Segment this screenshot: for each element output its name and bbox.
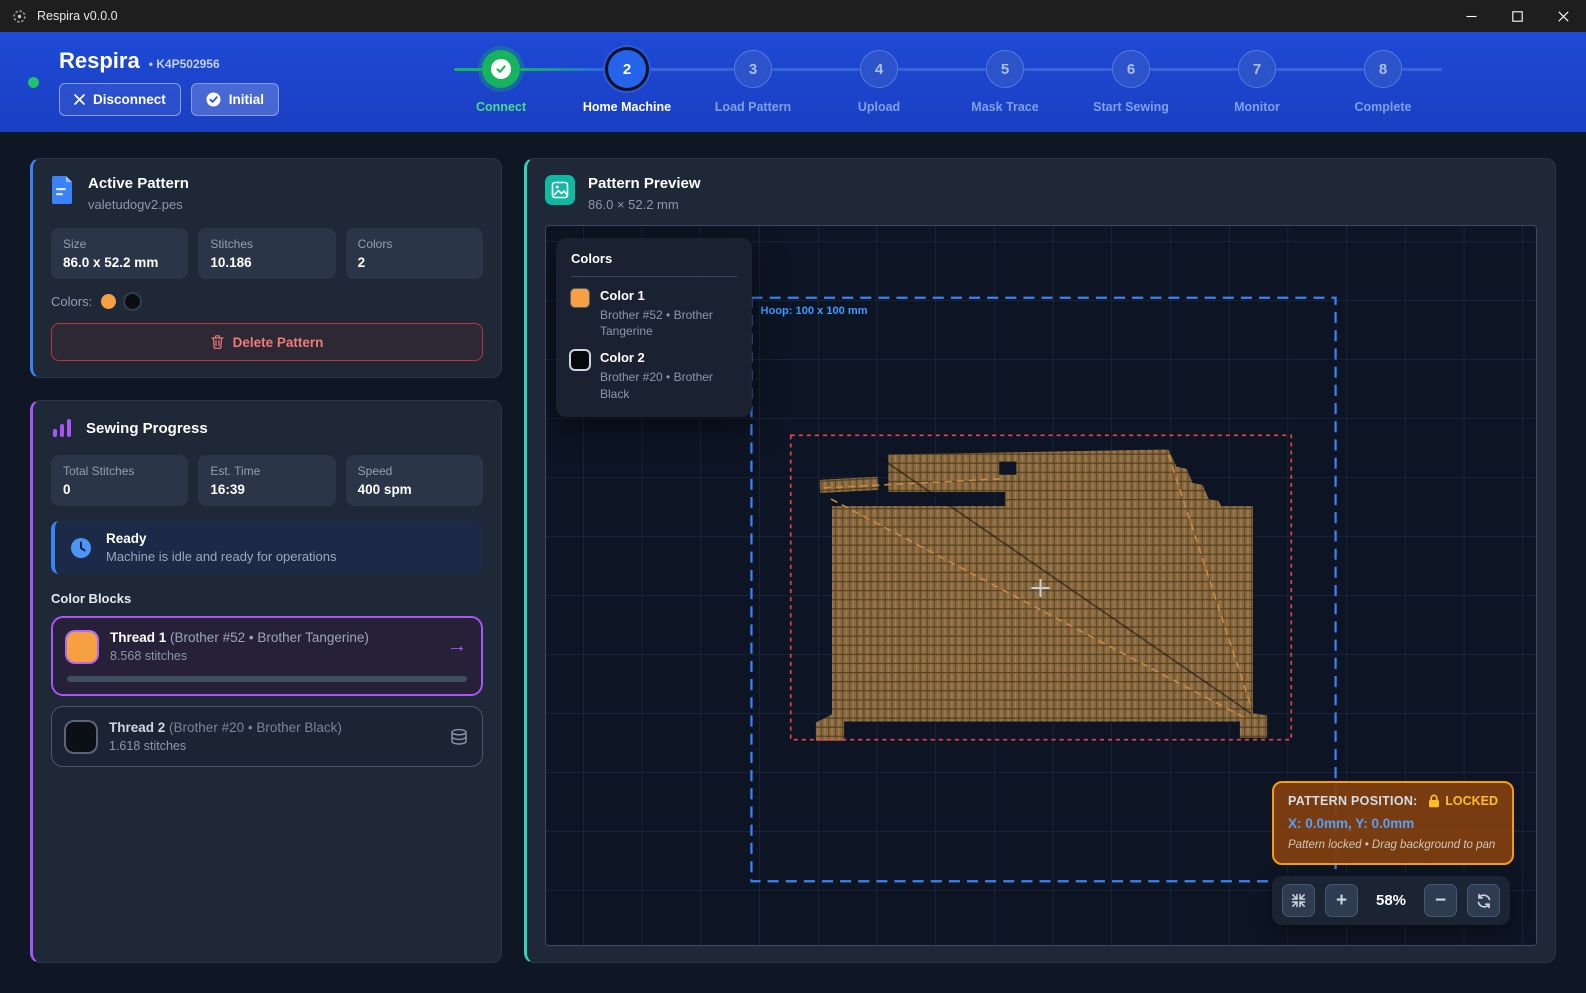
app-header: Respira • K4P502956 Disconnect Initial C…: [0, 32, 1586, 132]
stepper-line: [454, 68, 482, 71]
color-dot-orange: [101, 294, 116, 309]
step-connect[interactable]: Connect: [438, 50, 564, 114]
thread-2-stitches: 1.618 stitches: [109, 739, 342, 753]
check-icon: [491, 59, 511, 79]
brand-title: Respira: [59, 48, 140, 74]
step-complete[interactable]: 8 Complete: [1320, 50, 1446, 114]
stepper-line: [772, 68, 860, 71]
color-entry-1: Color 1 Brother #52 • Brother Tangerine: [571, 288, 737, 339]
pattern-preview-card: Pattern Preview 86.0 × 52.2 mm: [524, 158, 1556, 963]
stat-total-stitches: Total Stitches 0: [51, 455, 188, 506]
window-title: Respira v0.0.0: [37, 9, 118, 23]
image-icon: [545, 175, 575, 205]
preview-size: 86.0 × 52.2 mm: [588, 197, 701, 212]
sewing-progress-card: Sewing Progress Total Stitches 0 Est. Ti…: [30, 400, 502, 963]
thread-2-block[interactable]: Thread 2 (Brother #20 • Brother Black) 1…: [51, 706, 483, 767]
zoom-in-button[interactable]: +: [1325, 884, 1358, 917]
compress-icon: [1291, 893, 1306, 908]
active-pattern-title: Active Pattern: [88, 175, 189, 192]
status-title: Ready: [106, 531, 337, 546]
arrow-right-icon: →: [447, 635, 467, 658]
step-upload[interactable]: 4 Upload: [816, 50, 942, 114]
workflow-stepper: Connect 2 Home Machine 3 Load Pattern 4 …: [438, 50, 1446, 114]
minimize-button[interactable]: [1448, 0, 1494, 32]
step-mask-trace[interactable]: 5 Mask Trace: [942, 50, 1068, 114]
bar-chart-icon: [51, 417, 73, 439]
pattern-filename: valetudogv2.pes: [88, 197, 189, 212]
check-circle-icon: [206, 92, 221, 107]
stepper-line: [520, 68, 608, 71]
thread-1-swatch: [67, 632, 97, 662]
colors-legend-panel: Colors Color 1 Brother #52 • Brother Tan…: [556, 238, 752, 417]
lock-icon: [1428, 794, 1440, 808]
colors-panel-title: Colors: [571, 251, 737, 266]
zoom-toolbar: + 58% −: [1272, 876, 1510, 925]
preview-canvas[interactable]: Hoop: 100 x 100 mm: [545, 225, 1537, 946]
thread-1-stitches: 8.568 stitches: [110, 649, 369, 663]
status-desc: Machine is idle and ready for operations: [106, 549, 337, 564]
sewing-progress-title: Sewing Progress: [86, 420, 208, 437]
color-blocks-label: Color Blocks: [51, 591, 483, 606]
stat-stitches: Stitches 10.186: [198, 228, 335, 279]
stepper-line: [1276, 68, 1364, 71]
stat-speed: Speed 400 spm: [346, 455, 483, 506]
maximize-button[interactable]: [1494, 0, 1540, 32]
stepper-line: [1402, 68, 1442, 71]
stat-est-time: Est. Time 16:39: [198, 455, 335, 506]
machine-serial: • K4P502956: [149, 57, 220, 71]
machine-status-banner: Ready Machine is idle and ready for oper…: [51, 521, 483, 574]
thread-1-progress-bar: [67, 676, 467, 682]
preview-title: Pattern Preview: [588, 175, 701, 192]
step-monitor[interactable]: 7 Monitor: [1194, 50, 1320, 114]
step-load-pattern[interactable]: 3 Load Pattern: [690, 50, 816, 114]
color-2-swatch: [571, 351, 589, 369]
x-icon: [74, 94, 85, 105]
stat-size: Size 86.0 x 52.2 mm: [51, 228, 188, 279]
fit-view-button[interactable]: [1282, 884, 1315, 917]
locked-badge: LOCKED: [1445, 794, 1498, 808]
thread-2-swatch: [66, 722, 96, 752]
hoop-label: Hoop: 100 x 100 mm: [761, 305, 868, 317]
color-entry-2: Color 2 Brother #20 • Brother Black: [571, 350, 737, 401]
document-icon: [51, 175, 75, 205]
initial-button[interactable]: Initial: [191, 83, 279, 116]
thread-1-block[interactable]: Thread 1 (Brother #52 • Brother Tangerin…: [51, 616, 483, 696]
stepper-line: [1150, 68, 1238, 71]
app-icon: [12, 9, 27, 24]
reset-view-button[interactable]: [1467, 884, 1500, 917]
trash-icon: [211, 335, 224, 349]
clock-icon: [69, 536, 93, 560]
title-bar: Respira v0.0.0: [0, 0, 1586, 32]
pattern-coordinates: X: 0.0mm, Y: 0.0mm: [1288, 816, 1498, 831]
pattern-position-overlay: PATTERN POSITION: LOCKED X: 0.0mm, Y: 0.…: [1272, 781, 1514, 865]
stat-colors: Colors 2: [346, 228, 483, 279]
step-home-machine[interactable]: 2 Home Machine: [564, 50, 690, 114]
stepper-line: [1024, 68, 1112, 71]
step-start-sewing[interactable]: 6 Start Sewing: [1068, 50, 1194, 114]
zoom-out-button[interactable]: −: [1424, 884, 1457, 917]
active-pattern-card: Active Pattern valetudogv2.pes Size 86.0…: [30, 158, 502, 378]
delete-pattern-button[interactable]: Delete Pattern: [51, 323, 483, 361]
pattern-lock-hint: Pattern locked • Drag background to pan: [1288, 839, 1498, 851]
disconnect-button[interactable]: Disconnect: [59, 83, 181, 116]
colors-label: Colors:: [51, 294, 92, 309]
close-button[interactable]: [1540, 0, 1586, 32]
layers-icon: [450, 729, 468, 745]
zoom-level: 58%: [1368, 892, 1414, 909]
refresh-icon: [1476, 893, 1492, 909]
color-dot-black: [125, 294, 140, 309]
connection-status-dot: [28, 77, 39, 88]
stepper-line: [898, 68, 986, 71]
color-1-swatch: [571, 289, 589, 307]
stepper-line: [646, 68, 734, 71]
pattern-position-label: PATTERN POSITION:: [1288, 794, 1418, 808]
